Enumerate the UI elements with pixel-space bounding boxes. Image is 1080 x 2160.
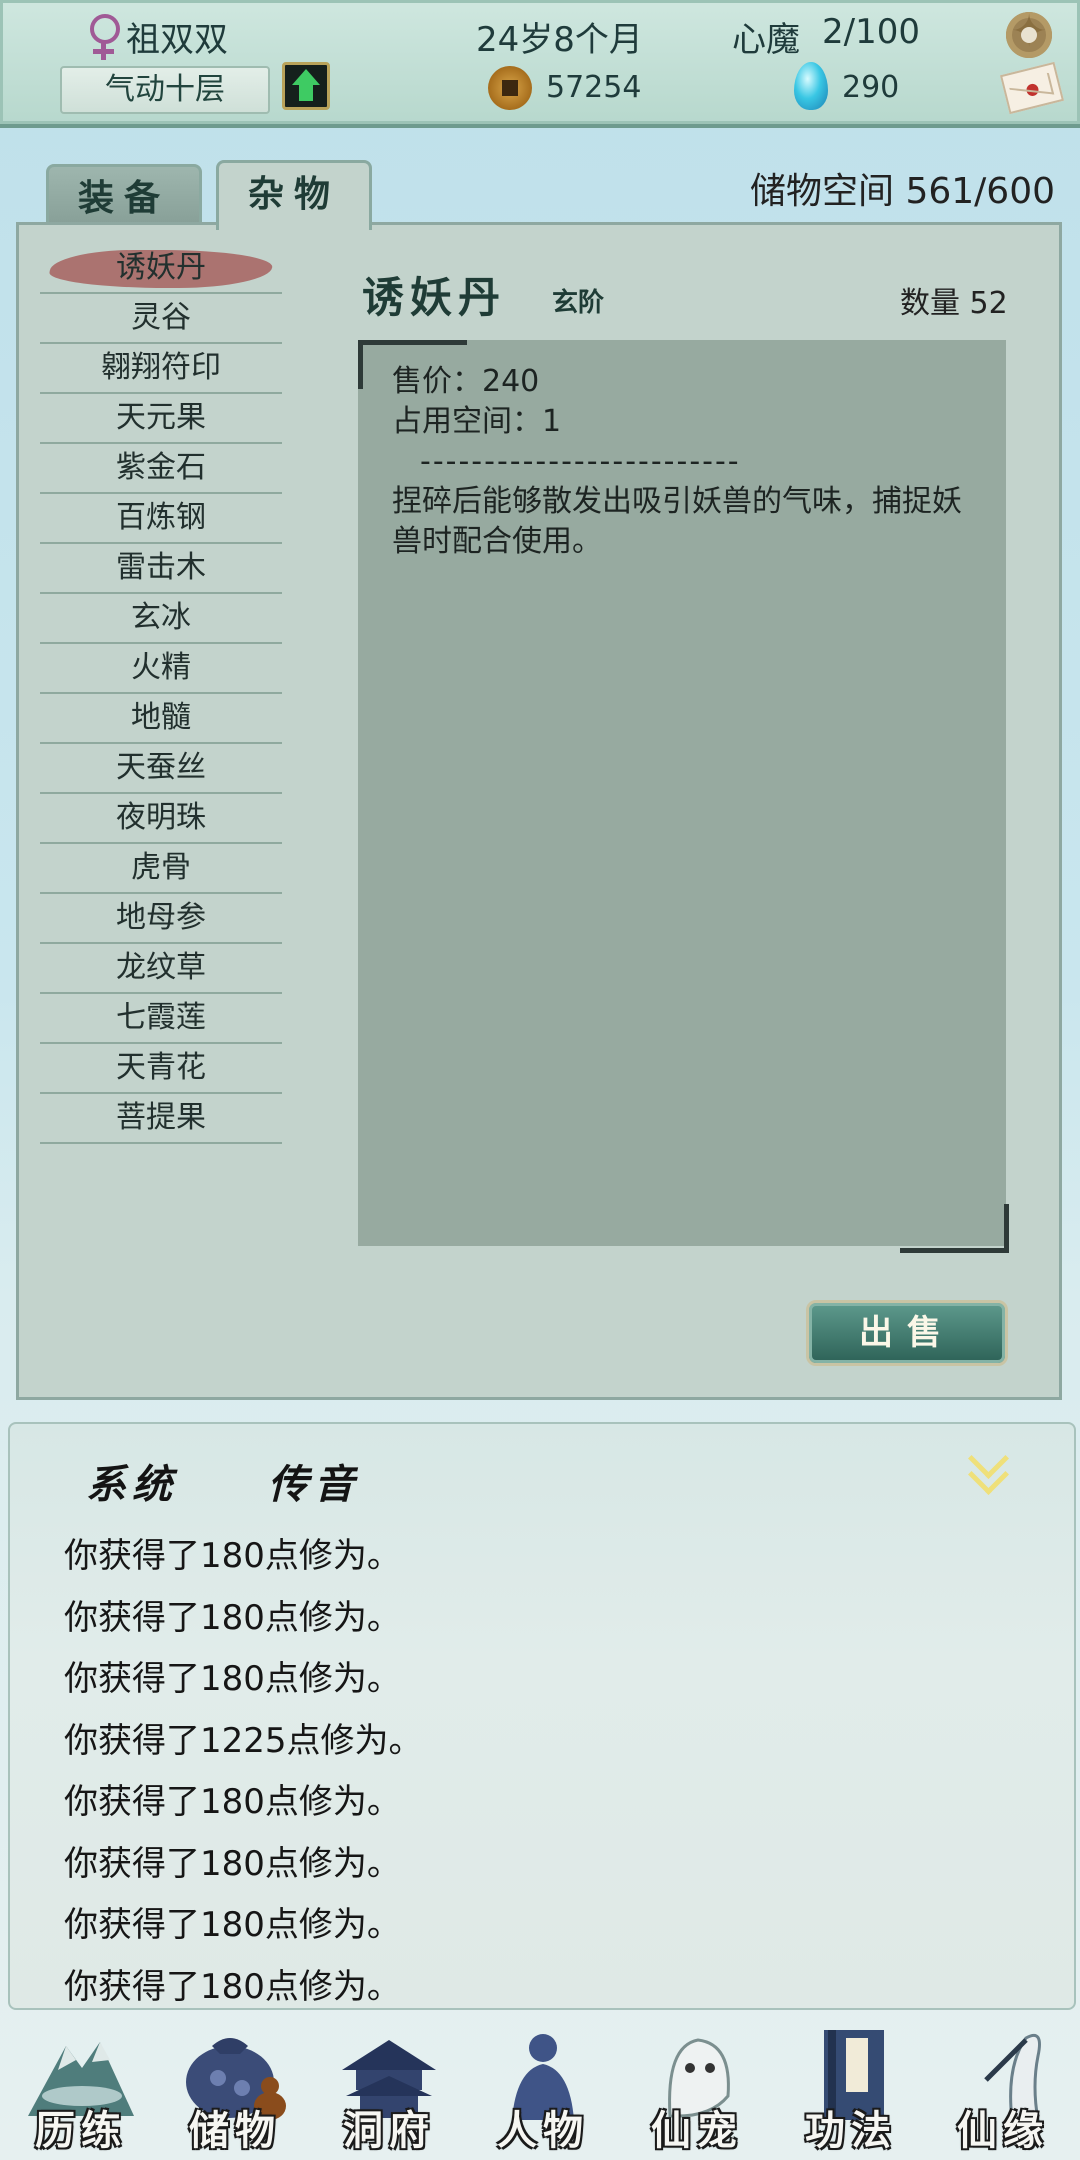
quantity-value: 52	[969, 286, 1008, 321]
upgrade-button[interactable]	[282, 62, 330, 110]
list-item[interactable]: 火精	[40, 644, 282, 694]
nav-techniques[interactable]: 功法	[776, 2016, 926, 2160]
list-item: 你获得了1225点修为。	[64, 1720, 423, 1761]
arrow-up-icon	[292, 69, 320, 85]
tab-voice[interactable]: 传音	[258, 1452, 408, 1510]
list-item[interactable]: 灵谷	[40, 294, 282, 344]
item-description: 售价：240 占用空间：1 ------------------------- …	[392, 362, 972, 562]
list-item: 你获得了180点修为。	[64, 1966, 401, 2007]
list-item[interactable]: 紫金石	[40, 444, 282, 494]
nav-cave-mansion[interactable]: 洞府	[314, 2016, 464, 2160]
list-item[interactable]: 地母参	[40, 894, 282, 944]
list-item[interactable]: 龙纹草	[40, 944, 282, 994]
player-name: 祖双双	[126, 20, 228, 60]
list-item[interactable]: 雷击木	[40, 544, 282, 594]
list-item[interactable]: 天青花	[40, 1044, 282, 1094]
status-bar: 祖双双 24岁8个月 心魔 2/100 气动十层 57254 290	[0, 0, 1080, 128]
list-item: 你获得了180点修为。	[64, 1659, 401, 1699]
list-item: 你获得了180点修为。	[64, 1905, 401, 1945]
coin-icon	[488, 66, 532, 110]
list-item[interactable]: 七霞莲	[40, 994, 282, 1044]
divider: -------------------------	[420, 444, 741, 479]
bottom-nav: 历练 储物 洞府 人物 仙宠 功法 仙缘	[0, 2016, 1080, 2160]
message-list: 你获得了180点修为。 你获得了180点修为。 你获得了180点修为。 你获得了…	[64, 1526, 423, 2018]
realm-label: 气动十层	[60, 66, 270, 114]
spirit-stone-icon	[794, 62, 828, 110]
list-item[interactable]: 天蚕丝	[40, 744, 282, 794]
coin-count: 57254	[546, 70, 642, 105]
item-grade: 玄阶	[552, 288, 605, 318]
list-item[interactable]: 虎骨	[40, 844, 282, 894]
player-age: 24岁8个月	[476, 20, 643, 60]
list-item[interactable]: 百炼钢	[40, 494, 282, 544]
list-item[interactable]: 翱翔符印	[40, 344, 282, 394]
demon-label: 心魔	[732, 20, 800, 60]
storage-capacity-value: 561/600	[905, 171, 1056, 212]
list-item: 你获得了180点修为。	[64, 1597, 401, 1638]
female-icon	[88, 14, 120, 60]
nav-storage[interactable]: 储物	[160, 2016, 310, 2160]
mail-icon[interactable]	[999, 61, 1065, 115]
tab-equipment[interactable]: 装备	[46, 164, 202, 226]
list-item: 你获得了180点修为。	[64, 1536, 401, 1576]
list-item[interactable]: 诱妖丹	[40, 244, 282, 294]
nav-training[interactable]: 历练	[6, 2016, 156, 2160]
item-description-text: 捏碎后能够散发出吸引妖兽的气味，捕捉妖兽时配合使用。	[392, 484, 962, 559]
list-item[interactable]: 玄冰	[40, 594, 282, 644]
list-item[interactable]: 夜明珠	[40, 794, 282, 844]
list-item[interactable]: 菩提果	[40, 1094, 282, 1144]
storage-capacity: 储物空间 561/600	[750, 162, 1055, 214]
nav-pet[interactable]: 仙宠	[622, 2016, 772, 2160]
quantity-label: 数量	[900, 286, 960, 321]
gear-icon[interactable]	[1006, 6, 1052, 58]
demon-value: 2/100	[822, 12, 920, 52]
item-name: 诱妖丹	[362, 273, 507, 322]
item-price: 售价：240	[392, 364, 540, 399]
item-list: 诱妖丹 灵谷 翱翔符印 天元果 紫金石 百炼钢 雷击木 玄冰 火精 地髓 天蚕丝…	[40, 244, 282, 1144]
collapse-icon[interactable]	[967, 1437, 1010, 1496]
gem-count: 290	[842, 70, 900, 105]
item-quantity: 数量 52	[900, 278, 1008, 322]
sell-button[interactable]: 出售	[806, 1300, 1008, 1366]
tab-misc[interactable]: 杂物	[216, 160, 372, 230]
storage-capacity-label: 储物空间	[750, 171, 895, 212]
list-item[interactable]: 天元果	[40, 394, 282, 444]
frame-corner	[900, 1204, 1009, 1253]
list-item[interactable]: 地髓	[40, 694, 282, 744]
list-item: 你获得了180点修为。	[64, 1843, 401, 1884]
item-space: 占用空间：1	[392, 404, 562, 439]
nav-character[interactable]: 人物	[468, 2016, 618, 2160]
tab-system[interactable]: 系统	[76, 1452, 226, 1510]
list-item: 你获得了180点修为。	[64, 1782, 401, 1822]
nav-fate[interactable]: 仙缘	[928, 2016, 1078, 2160]
